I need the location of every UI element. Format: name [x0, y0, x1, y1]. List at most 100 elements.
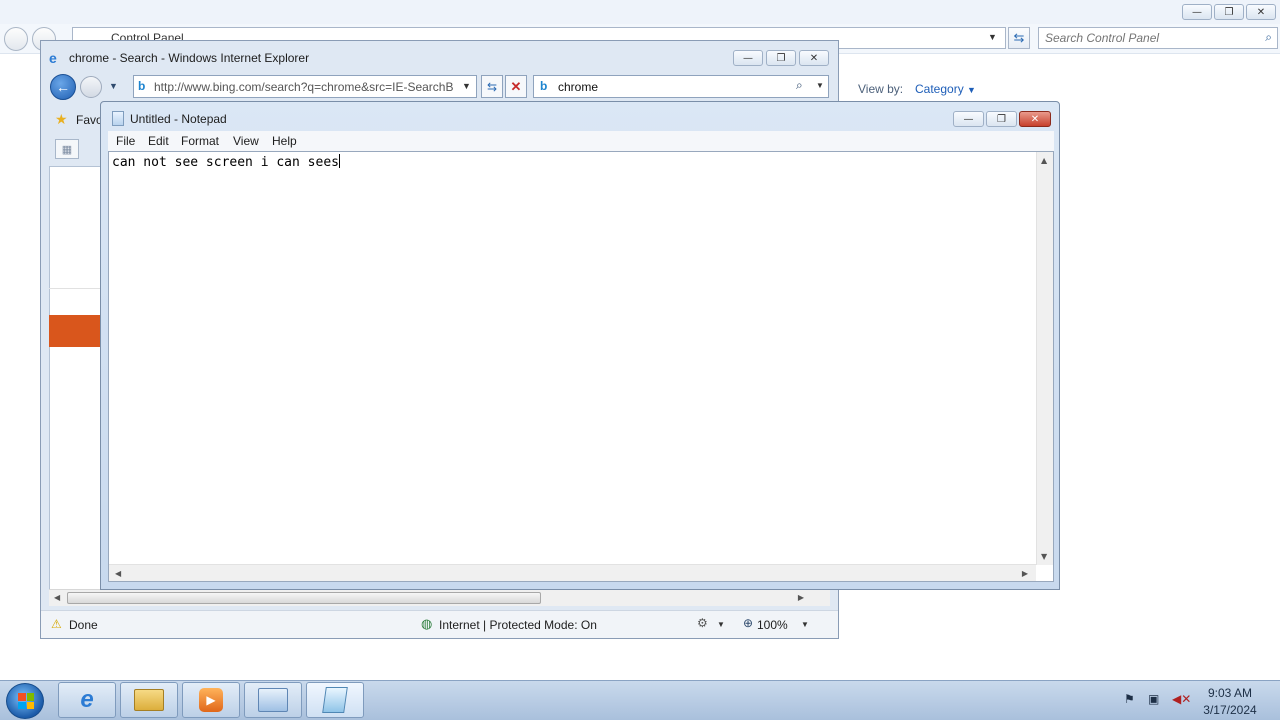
- refresh-icon: ⇆: [1013, 30, 1025, 45]
- chevron-down-icon: ▼: [967, 85, 976, 95]
- protected-mode-dropdown-icon[interactable]: ▼: [717, 620, 725, 629]
- ie-stop-button[interactable]: ✕: [505, 75, 527, 98]
- start-button[interactable]: [6, 683, 44, 719]
- ie-address-input[interactable]: [154, 79, 456, 95]
- zoom-dropdown-icon[interactable]: ▼: [801, 620, 809, 629]
- taskbar-control-panel[interactable]: [244, 682, 302, 718]
- notepad-text-area[interactable]: can not see screen i can sees ▲ ▼ ◀ ▶: [108, 151, 1054, 582]
- quick-tabs-button[interactable]: ▦: [55, 139, 79, 159]
- bing-favicon-icon: b: [138, 79, 146, 93]
- ie-forward-button[interactable]: [80, 76, 102, 98]
- action-center-flag-icon[interactable]: ⚑: [1124, 692, 1135, 706]
- stop-icon: ✕: [510, 78, 522, 94]
- scroll-right-icon[interactable]: ▶: [1022, 569, 1028, 578]
- scroll-right-icon[interactable]: ▶: [798, 593, 804, 602]
- np-minimize-button[interactable]: —: [953, 111, 984, 127]
- warning-icon: ⚠: [51, 617, 62, 631]
- zoom-level[interactable]: 100%: [757, 618, 788, 632]
- menu-view[interactable]: View: [233, 134, 259, 148]
- taskbar-media-player[interactable]: ▶: [182, 682, 240, 718]
- ie-status-bar: ⚠ Done ◍ Internet | Protected Mode: On ⚙…: [41, 610, 838, 638]
- minimize-icon: —: [1192, 6, 1202, 18]
- search-icon[interactable]: ⌕: [796, 78, 803, 93]
- scroll-left-icon[interactable]: ◀: [115, 569, 121, 578]
- restore-icon: ❐: [1224, 6, 1234, 18]
- ie-minimize-button[interactable]: —: [733, 50, 763, 66]
- volume-muted-icon[interactable]: ◀✕: [1172, 692, 1191, 706]
- control-panel-icon: [258, 688, 288, 712]
- ie-window-title: chrome - Search - Windows Internet Explo…: [69, 51, 310, 65]
- favorites-label[interactable]: Favo: [76, 113, 103, 127]
- np-maximize-button[interactable]: ❐: [986, 111, 1017, 127]
- favorites-star-icon[interactable]: ★: [55, 111, 68, 128]
- cp-close-button[interactable]: ✕: [1246, 4, 1276, 20]
- menu-file[interactable]: File: [116, 134, 135, 148]
- scroll-up-icon[interactable]: ▲: [1041, 156, 1047, 165]
- control-panel-titlebar: [0, 0, 1280, 24]
- ie-address-dropdown-icon[interactable]: ▼: [462, 81, 471, 91]
- cp-refresh-button[interactable]: ⇆: [1008, 27, 1030, 49]
- ie-close-button[interactable]: ✕: [799, 50, 829, 66]
- menu-edit[interactable]: Edit: [148, 134, 169, 148]
- cp-back-button[interactable]: [4, 27, 28, 51]
- scroll-left-icon[interactable]: ◀: [54, 593, 60, 602]
- ie-address-bar[interactable]: b: [133, 75, 477, 98]
- taskbar-internet-explorer[interactable]: e: [58, 682, 116, 718]
- cp-search-input[interactable]: [1045, 30, 1255, 46]
- cp-restore-button[interactable]: ❐: [1214, 4, 1244, 20]
- np-close-button[interactable]: ✕: [1019, 111, 1051, 127]
- cp-search-box[interactable]: ⌕: [1038, 27, 1278, 49]
- scroll-down-icon[interactable]: ▼: [1041, 552, 1047, 561]
- ie-search-input[interactable]: [558, 79, 788, 95]
- ie-history-dropdown-icon[interactable]: ▼: [109, 81, 118, 91]
- grid-icon: ▦: [61, 143, 73, 156]
- ie-back-button[interactable]: ←: [50, 74, 76, 100]
- minimize-icon: —: [743, 52, 753, 64]
- ie-logo-icon: e: [49, 50, 57, 66]
- close-icon: ✕: [1030, 113, 1040, 125]
- notepad-window: Untitled - Notepad — ❐ ✕ File Edit Forma…: [100, 101, 1060, 590]
- notepad-menu-bar: File Edit Format View Help: [108, 131, 1054, 151]
- clock-date[interactable]: 3/17/2024: [1196, 703, 1264, 717]
- notepad-horizontal-scrollbar[interactable]: ◀ ▶: [109, 564, 1036, 581]
- notepad-content[interactable]: can not see screen i can sees: [112, 155, 339, 170]
- notepad-vertical-scrollbar[interactable]: ▲ ▼: [1036, 152, 1053, 565]
- cp-address-dropdown-icon[interactable]: ▼: [988, 32, 997, 42]
- protected-mode-icon[interactable]: ⚙: [697, 616, 708, 630]
- maximize-icon: ❐: [997, 113, 1006, 125]
- close-icon: ✕: [809, 52, 819, 64]
- ie-restore-button[interactable]: ❐: [766, 50, 796, 66]
- status-text: Done: [69, 618, 98, 632]
- restore-icon: ❐: [776, 52, 786, 64]
- globe-icon: ◍: [421, 616, 433, 631]
- taskbar-notepad[interactable]: [306, 682, 364, 718]
- ie-scrollbar-thumb[interactable]: [67, 592, 541, 604]
- folder-icon: [134, 689, 164, 711]
- menu-format[interactable]: Format: [181, 134, 219, 148]
- menu-help[interactable]: Help: [272, 134, 297, 148]
- minimize-icon: —: [963, 113, 974, 125]
- ie-refresh-button[interactable]: ⇆: [481, 75, 503, 98]
- media-player-icon: ▶: [199, 688, 223, 712]
- taskbar-windows-explorer[interactable]: [120, 682, 178, 718]
- view-by-label: View by:: [858, 82, 904, 96]
- bing-logo-icon: b: [540, 79, 548, 93]
- close-icon: ✕: [1256, 6, 1266, 18]
- security-zone-text[interactable]: Internet | Protected Mode: On: [439, 618, 597, 632]
- text-caret: [338, 154, 340, 168]
- cp-minimize-button[interactable]: —: [1182, 4, 1212, 20]
- notepad-logo-icon: [112, 111, 124, 126]
- back-arrow-icon: ←: [56, 79, 70, 95]
- search-icon[interactable]: ⌕: [1265, 30, 1272, 45]
- view-by-dropdown[interactable]: Category ▼: [915, 82, 976, 96]
- search-dropdown-icon[interactable]: ▼: [816, 81, 824, 90]
- windows-logo-icon: [18, 693, 34, 709]
- clock-time[interactable]: 9:03 AM: [1200, 686, 1260, 700]
- network-icon[interactable]: ▣: [1148, 692, 1159, 706]
- notepad-window-title: Untitled - Notepad: [130, 112, 227, 126]
- refresh-icon: ⇆: [486, 79, 498, 94]
- notepad-text-line[interactable]: can not see screen i can sees: [112, 154, 340, 170]
- ie-search-box[interactable]: b ⌕ ▼: [533, 75, 829, 98]
- zoom-icon: ⊕: [743, 616, 754, 630]
- internet-explorer-icon: e: [80, 686, 94, 713]
